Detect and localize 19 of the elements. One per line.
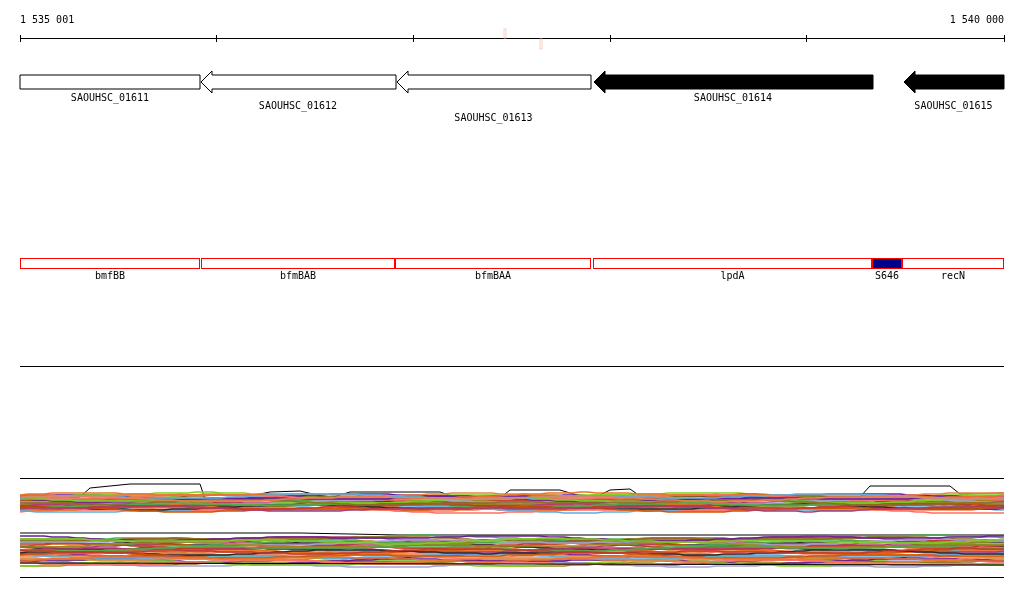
feature-box[interactable] — [872, 258, 902, 269]
feature-label: S646 — [874, 270, 900, 281]
feature-label: lpdA — [720, 270, 745, 281]
feature-box[interactable] — [395, 258, 591, 269]
gene-label: SAOUHSC_01613 — [454, 112, 533, 123]
feature-label: bfmBAB — [279, 270, 317, 281]
gene-label: SAOUHSC_01612 — [258, 100, 338, 111]
gene-label: SAOUHSC_01615 — [914, 100, 993, 111]
ruler-end-label: 1 540 000 — [949, 14, 1004, 25]
feature-box[interactable] — [593, 258, 872, 269]
gene-label: SAOUHSC_01611 — [70, 92, 150, 103]
feature-label: bmfBB — [94, 270, 126, 281]
feature-box[interactable] — [201, 258, 395, 269]
feature-box[interactable] — [20, 258, 200, 269]
feature-box[interactable] — [902, 258, 1004, 269]
feature-label: recN — [940, 270, 966, 281]
gene-label: SAOUHSC_01614 — [693, 92, 773, 103]
ruler-start-label: 1 535 001 — [20, 14, 75, 25]
feature-label: bfmBAA — [474, 270, 512, 281]
